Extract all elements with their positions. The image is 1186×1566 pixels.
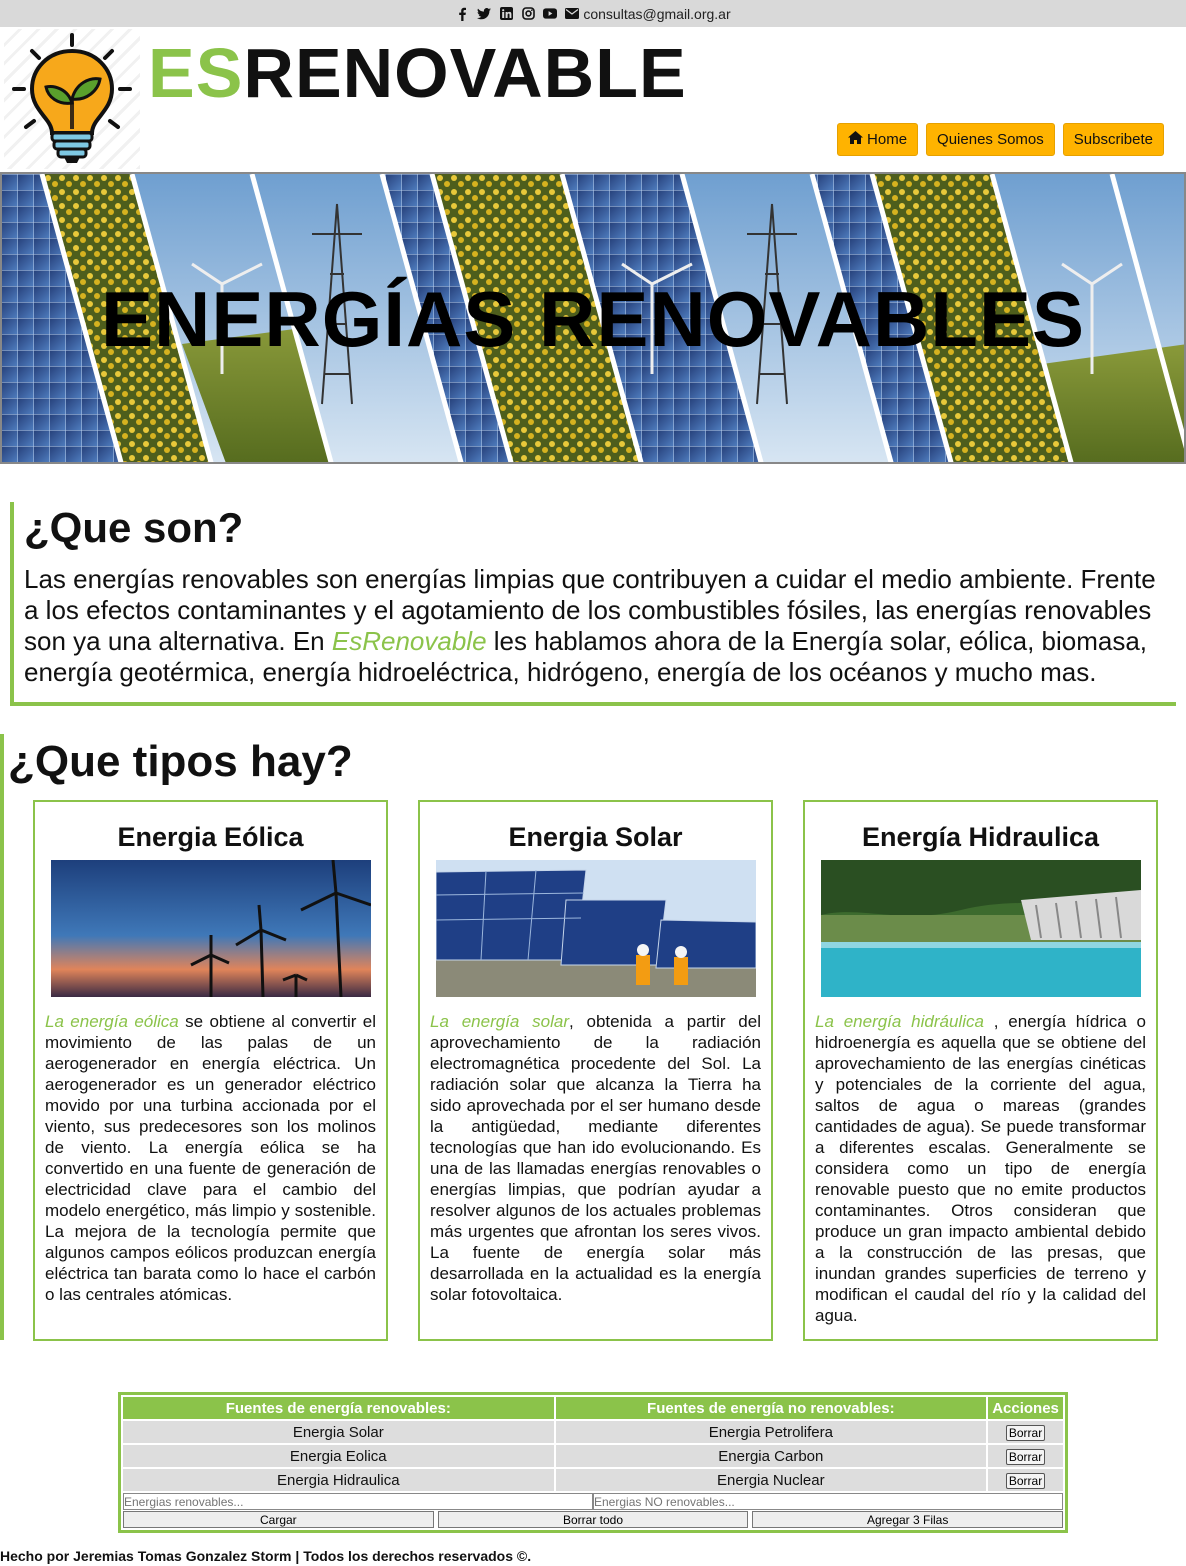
card-highlight: La energía eólica: [45, 1012, 179, 1031]
cell-no-renovable: Energia Petrolifera: [555, 1421, 987, 1443]
card-text: La energía eólica se obtiene al converti…: [45, 1011, 376, 1305]
card-solar: Energia Solar La energía solar, obtenida…: [418, 800, 773, 1341]
header-no-renovables: Fuentes de energía no renovables:: [555, 1397, 987, 1419]
energy-table-container: Fuentes de energía renovables: Fuentes d…: [118, 1392, 1068, 1533]
card-text: La energía hidráulica , energía hídrica …: [815, 1011, 1146, 1326]
lightbulb-icon: [12, 33, 132, 163]
brand-es: ES: [148, 34, 244, 112]
top-bar: consultas@gmail.org.ar: [0, 0, 1186, 27]
contact-email[interactable]: consultas@gmail.org.ar: [565, 5, 731, 22]
solar-panels-image: [435, 860, 756, 997]
cell-no-renovable: Energia Nuclear: [555, 1469, 987, 1491]
email-text: consultas@gmail.org.ar: [583, 5, 731, 22]
card-text: La energía solar, obtenida a partir del …: [430, 1011, 761, 1305]
cell-renovable: Energia Solar: [123, 1421, 554, 1443]
card-eolica: Energia Eólica La energía eólica se obti…: [33, 800, 388, 1341]
cell-renovable: Energia Hidraulica: [123, 1469, 554, 1491]
main-nav: Home Quienes Somos Subscribete: [837, 123, 1164, 156]
logo[interactable]: [4, 29, 140, 169]
que-son-text: Las energías renovables son energías lim…: [24, 564, 1166, 688]
card-highlight: La energía hidráulica: [815, 1012, 984, 1031]
wind-turbines-image: [50, 860, 371, 997]
twitter-icon[interactable]: [477, 7, 492, 21]
table-inputs: [121, 1493, 1065, 1510]
no-renovables-input[interactable]: [593, 1493, 1063, 1510]
banner-title: ENERGÍAS RENOVABLES: [100, 275, 1086, 363]
tipos-section: ¿Que tipos hay? Energia Eólica La energí…: [0, 734, 1186, 1341]
card-body: se obtiene al convertir el movimiento de…: [45, 1012, 376, 1304]
card-highlight: La energía solar: [430, 1012, 569, 1031]
table-row: Energia Hidraulica Energia Nuclear Borra…: [123, 1469, 1063, 1491]
header-renovables: Fuentes de energía renovables:: [123, 1397, 554, 1419]
que-son-highlight: EsRenovable: [331, 626, 487, 656]
brand-rest: RENOVABLE: [243, 34, 687, 112]
borrar-todo-button[interactable]: Borrar todo: [437, 1511, 749, 1528]
envelope-icon: [565, 6, 580, 22]
que-son-title: ¿Que son?: [24, 504, 244, 551]
renovables-input[interactable]: [123, 1493, 593, 1510]
table-row: Energia Eolica Energia Carbon Borrar: [123, 1445, 1063, 1467]
facebook-icon[interactable]: [455, 7, 469, 21]
site-header: ESRENOVABLE Home Quienes Somos Subscribe…: [0, 27, 1186, 172]
youtube-icon[interactable]: [543, 7, 558, 21]
linkedin-icon[interactable]: [499, 7, 513, 21]
card-title: Energia Solar: [508, 822, 683, 852]
cell-no-renovable: Energia Carbon: [555, 1445, 987, 1467]
agregar-filas-button[interactable]: Agregar 3 Filas: [752, 1511, 1064, 1528]
nav-quienes-label: Quienes Somos: [937, 131, 1044, 148]
cards-container: Energia Eólica La energía eólica se obti…: [33, 800, 1158, 1341]
table-buttons: Cargar Borrar todo Agregar 3 Filas: [121, 1510, 1065, 1530]
hero-banner: ENERGÍAS RENOVABLES: [0, 172, 1186, 464]
nav-home-label: Home: [867, 131, 908, 148]
cell-renovable: Energia Eolica: [123, 1445, 554, 1467]
footer-text: Hecho por Jeremias Tomas Gonzalez Storm …: [0, 1548, 532, 1564]
cell-action: Borrar: [988, 1421, 1063, 1443]
table-row: Energia Solar Energia Petrolifera Borrar: [123, 1421, 1063, 1443]
cell-action: Borrar: [988, 1469, 1063, 1491]
delete-row-button[interactable]: Borrar: [1005, 1424, 1046, 1441]
cell-action: Borrar: [988, 1445, 1063, 1467]
home-icon: [848, 131, 864, 148]
nav-subscribe-button[interactable]: Subscribete: [1062, 123, 1164, 156]
tipos-title: ¿Que tipos hay?: [8, 737, 353, 786]
card-title: Energia Eólica: [117, 822, 304, 852]
delete-row-button[interactable]: Borrar: [1005, 1472, 1046, 1489]
header-acciones: Acciones: [988, 1397, 1063, 1419]
brand-name[interactable]: ESRENOVABLE: [148, 33, 687, 113]
delete-row-button[interactable]: Borrar: [1005, 1448, 1046, 1465]
card-hidraulica: Energía Hidraulica La energía hidráulica…: [803, 800, 1158, 1341]
instagram-icon[interactable]: [521, 7, 535, 21]
hydro-dam-image: [820, 860, 1141, 997]
nav-home-button[interactable]: Home: [837, 123, 919, 156]
energy-table: Fuentes de energía renovables: Fuentes d…: [121, 1395, 1065, 1493]
card-body: , obtenida a partir del aprovechamiento …: [430, 1012, 761, 1304]
card-title: Energía Hidraulica: [861, 822, 1100, 852]
card-body: , energía hídrica o hidroenergía es aque…: [815, 1012, 1146, 1325]
cargar-button[interactable]: Cargar: [123, 1511, 434, 1528]
nav-quienes-somos-button[interactable]: Quienes Somos: [926, 123, 1055, 156]
nav-subscribe-label: Subscribete: [1073, 131, 1153, 148]
que-son-section: ¿Que son? Las energías renovables son en…: [10, 502, 1176, 706]
